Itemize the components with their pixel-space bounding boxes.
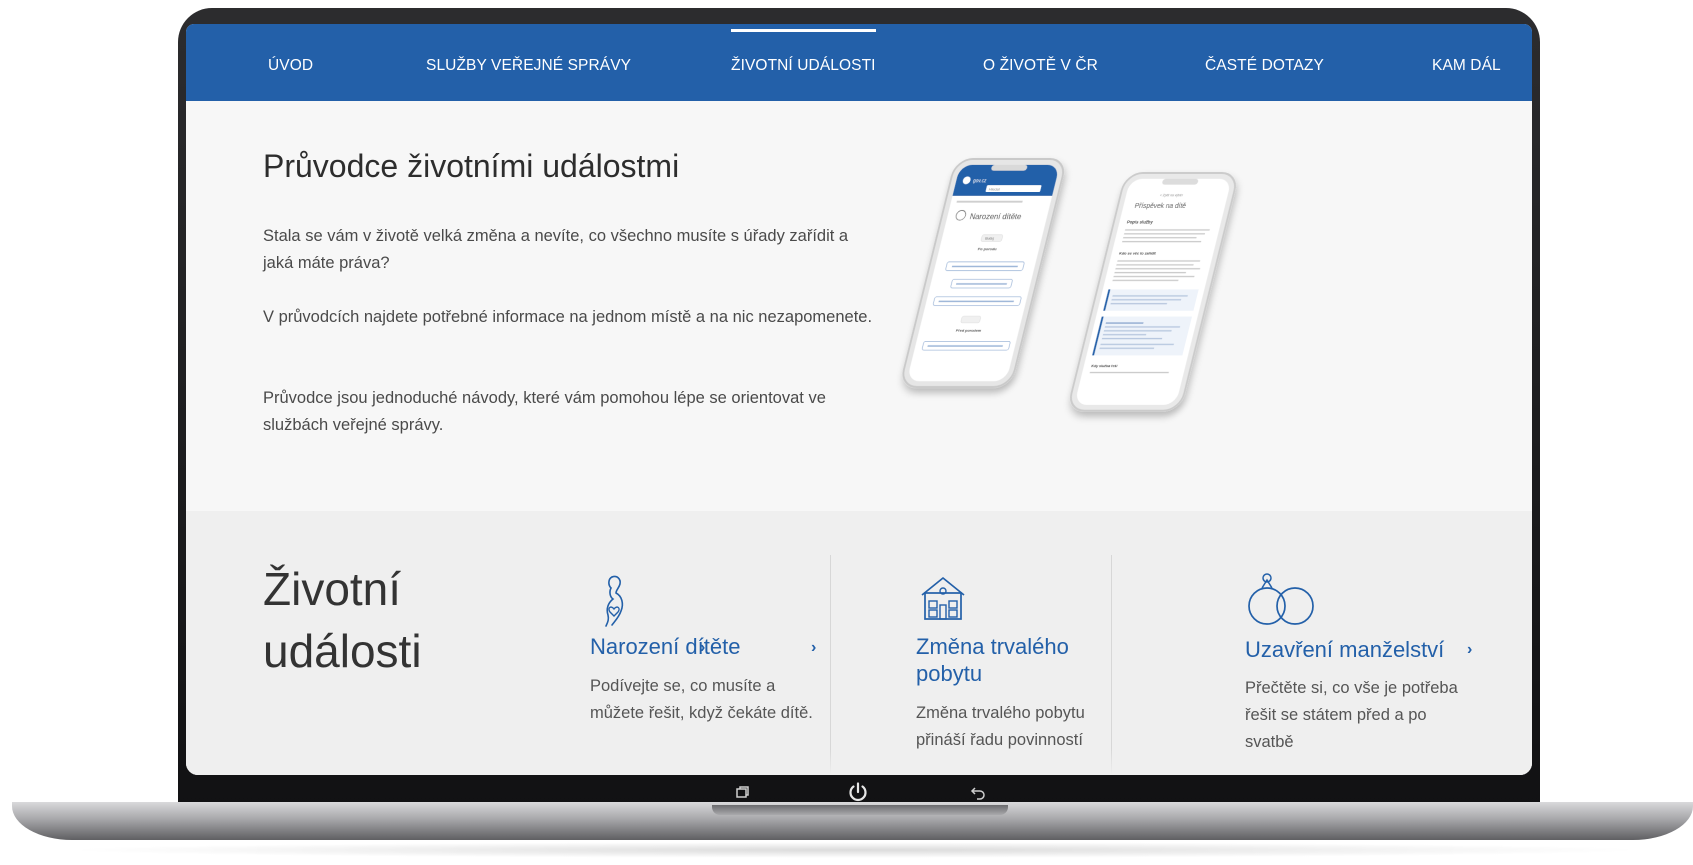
page-title: Průvodce životními událostmi (263, 148, 680, 184)
back-arrow-icon[interactable] (966, 780, 990, 804)
chevron-right-icon[interactable]: › (1467, 641, 1472, 659)
event-card-uzavreni-manzelstvi[interactable]: Uzavření manželství › Přečtěte si, co vš… (1245, 551, 1475, 775)
browser-screen: ÚVOD SLUŽBY VEŘEJNÉ SPRÁVY ŽIVOTNÍ UDÁLO… (186, 24, 1532, 775)
phone-page-title: Narození dítěte (969, 212, 1023, 221)
main-navigation: ÚVOD SLUŽBY VEŘEJNÉ SPRÁVY ŽIVOTNÍ UDÁLO… (186, 24, 1532, 101)
phone-step-1: Buduj (985, 237, 995, 241)
house-icon (921, 577, 965, 620)
nav-item-o-zivote[interactable]: O ŽIVOTĚ V ČR (983, 24, 1098, 101)
event-card-text-line-1: Změna trvalého pobytu (916, 704, 1085, 722)
nav-item-caste-dotazy[interactable]: ČASTÉ DOTAZY (1205, 24, 1324, 101)
wedding-rings-icon (1248, 573, 1314, 625)
card-divider (830, 555, 831, 775)
nav-item-sluzby[interactable]: SLUŽBY VEŘEJNÉ SPRÁVY (426, 24, 631, 101)
chevron-right-icon[interactable]: › (700, 639, 705, 657)
nav-item-uvod[interactable]: ÚVOD (268, 24, 313, 101)
phone-step-2: Po porodu (977, 246, 998, 251)
phone-section-1: Popis služby (1126, 219, 1154, 224)
hero-section: Průvodce životními událostmi Stala se vá… (186, 101, 1532, 511)
nav-item-zivotni-udalosti[interactable]: ŽIVOTNÍ UDÁLOSTI (731, 24, 876, 101)
phone-search-placeholder: Hledat (988, 187, 1001, 192)
phone-section-3: Kdy služba řeší (1091, 364, 1119, 368)
section-title-line-1: Životní (263, 563, 402, 615)
phone-right-title: Příspěvek na dítě (1134, 203, 1187, 210)
event-card-title[interactable]: Narození dítěte (590, 633, 740, 660)
scroll-fade (186, 749, 1532, 775)
section-title: Životní události (263, 558, 523, 682)
hero-paragraph-2: V průvodcích najdete potřebné informace … (263, 308, 873, 326)
chevron-right-icon[interactable]: › (811, 639, 816, 657)
phone-right: < Zpět na výběr Příspěvek na dítě Popis … (1070, 172, 1236, 412)
event-card-title[interactable]: Změna trvalého pobytu (916, 633, 1069, 687)
laptop-base-notch (712, 805, 1008, 815)
section-title-line-2: události (263, 625, 422, 677)
event-card-text-line-1: Podívejte se, co musíte a (590, 677, 776, 695)
phone-left: gov.cz Hledat Narození dítěte Buduj Po p… (902, 158, 1065, 388)
life-events-section: Životní události Narození dítěte › Podív… (186, 511, 1532, 775)
event-card-text-line-2: můžete řešit, když čekáte dítě. (590, 704, 813, 722)
nav-item-kam-dal[interactable]: KAM DÁL (1432, 24, 1501, 101)
event-card-zmena-pobytu[interactable]: Změna trvalého pobytu › Změna trvalého p… (700, 551, 1106, 775)
hero-paragraph-3: Průvodce jsou jednoduché návody, které v… (263, 389, 826, 434)
phone-step-3: Před porodem (955, 328, 982, 333)
card-divider (1111, 555, 1112, 775)
event-card-text-line-1: Přečtěte si, co vše je potřeba (1245, 679, 1458, 697)
phones-illustration: gov.cz Hledat Narození dítěte Buduj Po p… (902, 158, 1236, 412)
power-icon[interactable] (846, 780, 870, 804)
base-shadow (60, 842, 1650, 858)
event-card-title-line-2: pobytu (916, 661, 983, 686)
event-card-text-line-2: řešit se státem před a po (1245, 706, 1427, 724)
phone-brand: gov.cz (972, 179, 987, 184)
event-card-title[interactable]: Uzavření manželství (1245, 636, 1444, 663)
pregnant-woman-icon (605, 575, 624, 627)
event-card-title-line-1: Změna trvalého (916, 634, 1069, 659)
phone-back-link: < Zpět na výběr (1159, 193, 1184, 197)
phone-section-2: Kdo se věc to zařídit (1119, 250, 1157, 255)
event-card-narozeni[interactable]: Narození dítěte › Podívejte se, co musít… (590, 551, 822, 775)
recent-apps-icon[interactable] (730, 780, 754, 804)
hero-paragraph-1: Stala se vám v životě velká změna a neví… (263, 227, 849, 272)
